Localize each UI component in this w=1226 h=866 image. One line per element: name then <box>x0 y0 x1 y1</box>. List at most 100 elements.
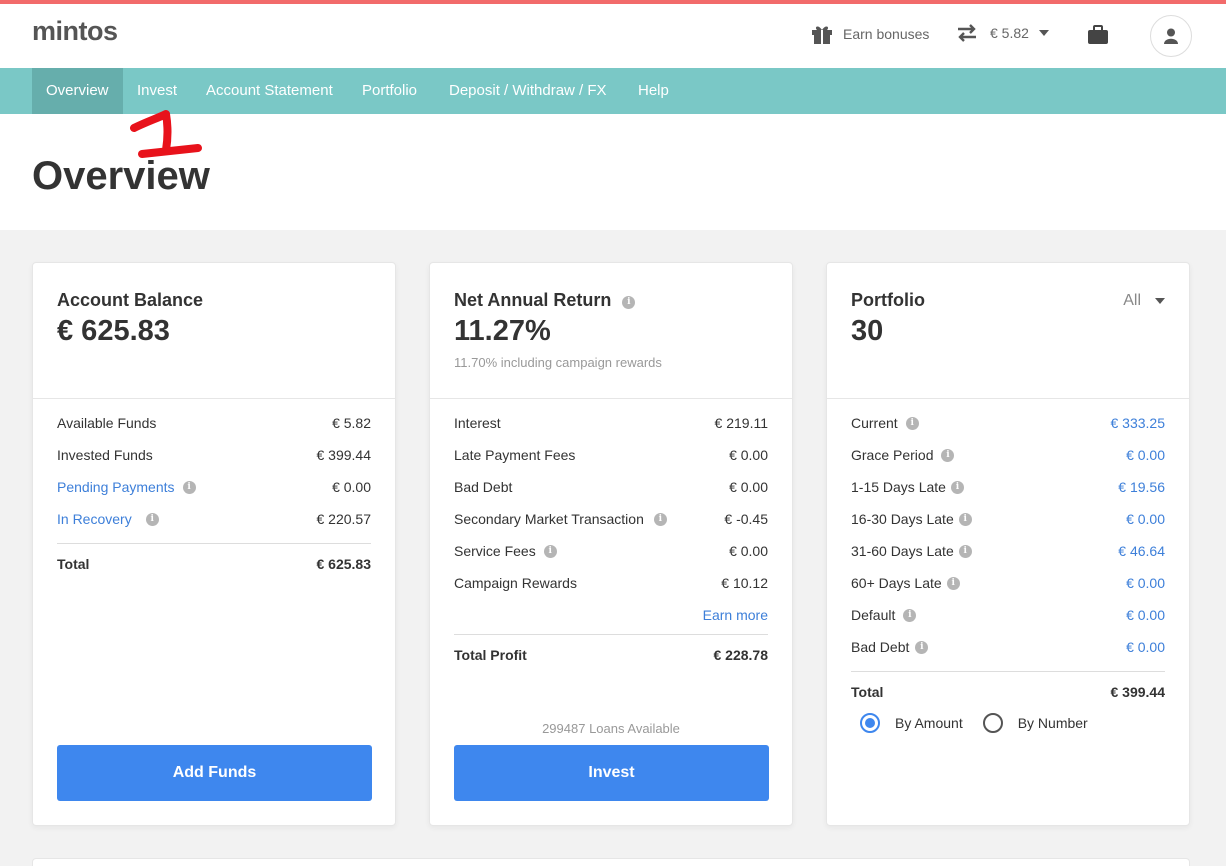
row-label: Invested Funds <box>57 447 153 463</box>
by-number-radio[interactable]: By Number <box>982 713 1088 733</box>
row-value-link[interactable]: € 0.00 <box>1126 511 1165 527</box>
net-return-rows: Interest € 219.11 Late Payment Fees € 0.… <box>454 415 768 679</box>
row-value-link[interactable]: € 0.00 <box>1126 447 1165 463</box>
total-label: Total <box>57 556 90 572</box>
info-icon[interactable]: i <box>622 296 636 309</box>
chevron-down-icon <box>1155 298 1165 304</box>
portfolio-view-radios: By Amount By Number <box>860 713 1108 733</box>
chevron-down-icon <box>1038 30 1049 36</box>
nav-portfolio[interactable]: Portfolio <box>362 68 417 114</box>
list-item: Current i € 333.25 <box>851 415 1165 447</box>
nav-account-statement[interactable]: Account Statement <box>206 68 333 114</box>
row-value: € 219.11 <box>714 415 768 431</box>
list-item: In Recovery i € 220.57 <box>57 511 371 543</box>
row-label[interactable]: In Recovery <box>57 511 132 527</box>
list-item: Bad Debt i € 0.00 <box>851 639 1165 671</box>
info-icon[interactable]: i <box>543 544 557 558</box>
row-value: € 0.00 <box>729 543 768 559</box>
info-icon[interactable]: i <box>950 480 964 494</box>
row-value-link[interactable]: € 333.25 <box>1111 415 1166 431</box>
row-label: 16-30 Days Late <box>851 511 954 527</box>
total-value: € 399.44 <box>1110 684 1166 700</box>
row-label: Campaign Rewards <box>454 575 577 591</box>
info-icon[interactable]: i <box>145 512 159 526</box>
row-label-wrap: 31-60 Days Late i <box>851 543 972 559</box>
list-item: Secondary Market Transaction i € -0.45 <box>454 511 768 543</box>
row-label: 31-60 Days Late <box>851 543 954 559</box>
account-balance-rows: Available Funds € 5.82 Invested Funds € … <box>57 415 371 587</box>
invest-button[interactable]: Invest <box>454 745 769 801</box>
row-value: € 0.00 <box>729 447 768 463</box>
row-label-wrap: Grace Period i <box>851 447 955 463</box>
row-value: € 220.57 <box>316 511 372 527</box>
row-value: € 0.00 <box>332 479 371 495</box>
pending-payments-link[interactable]: Pending Payments i <box>57 479 196 495</box>
bottom-card <box>32 858 1190 866</box>
row-label: 1-15 Days Late <box>851 479 946 495</box>
portfolio-count: 30 <box>851 315 884 347</box>
portfolio-filter-dropdown[interactable]: All <box>1123 292 1165 310</box>
total-row: Total € 625.83 <box>57 543 371 587</box>
row-label-wrap: 1-15 Days Late i <box>851 479 964 495</box>
radio-unselected-icon[interactable] <box>982 713 1003 733</box>
row-value-link[interactable]: € 0.00 <box>1126 575 1165 591</box>
list-item: 31-60 Days Late i € 46.64 <box>851 543 1165 575</box>
info-icon[interactable]: i <box>903 608 917 622</box>
list-item: Pending Payments i € 0.00 <box>57 479 371 511</box>
list-item: Service Fees i € 0.00 <box>454 543 768 575</box>
list-item: Invested Funds € 399.44 <box>57 447 371 479</box>
briefcase-icon <box>1088 25 1108 44</box>
add-funds-button[interactable]: Add Funds <box>57 745 372 801</box>
row-label: Service Fees <box>454 543 536 559</box>
info-icon[interactable]: i <box>905 416 919 430</box>
row-value-link[interactable]: € 0.00 <box>1126 607 1165 623</box>
row-value-link[interactable]: € 19.56 <box>1118 479 1165 495</box>
row-label: Available Funds <box>57 415 157 431</box>
gift-icon <box>812 26 832 44</box>
info-icon[interactable]: i <box>915 640 929 654</box>
briefcase-button[interactable] <box>1087 25 1109 45</box>
list-item: 60+ Days Late i € 0.00 <box>851 575 1165 607</box>
user-menu-button[interactable] <box>1150 15 1192 57</box>
nav-overview[interactable]: Overview <box>32 68 123 114</box>
total-profit-row: Total Profit € 228.78 <box>454 635 768 679</box>
earn-bonuses-link[interactable]: Earn bonuses <box>811 24 929 44</box>
account-balance-value: € 625.83 <box>57 315 170 347</box>
row-value-link[interactable]: € 0.00 <box>1126 639 1165 655</box>
earn-more-link[interactable]: Earn more <box>454 607 768 635</box>
list-item: Bad Debt € 0.00 <box>454 479 768 511</box>
info-icon[interactable]: i <box>182 480 196 494</box>
row-label-wrap: 60+ Days Late i <box>851 575 960 591</box>
info-icon[interactable]: i <box>946 576 960 590</box>
row-label: 60+ Days Late <box>851 575 942 591</box>
info-icon[interactable]: i <box>958 512 972 526</box>
row-label-wrap: 16-30 Days Late i <box>851 511 972 527</box>
card-title: Account Balance <box>57 290 204 310</box>
card-header: Portfolio 30 All <box>827 263 1189 399</box>
list-item: Grace Period i € 0.00 <box>851 447 1165 479</box>
nav-help[interactable]: Help <box>638 68 669 114</box>
balance-dropdown[interactable]: € 5.82 <box>956 24 1049 42</box>
card-title: Net Annual Return i <box>454 290 636 311</box>
row-label-wrap: Default i <box>851 607 917 623</box>
in-recovery-link[interactable]: In Recovery i <box>57 511 159 527</box>
net-return-value: 11.27% <box>454 315 551 347</box>
row-label: Late Payment Fees <box>454 447 576 463</box>
row-label[interactable]: Pending Payments <box>57 479 175 495</box>
radio-selected-icon[interactable] <box>860 713 880 733</box>
by-amount-radio[interactable]: By Amount <box>860 713 963 733</box>
net-return-subtitle: 11.70% including campaign rewards <box>454 355 662 370</box>
total-value: € 228.78 <box>713 647 769 663</box>
row-label: Bad Debt <box>454 479 513 495</box>
filter-value: All <box>1123 292 1141 309</box>
row-label: Grace Period <box>851 447 934 463</box>
nav-deposit-withdraw-fx[interactable]: Deposit / Withdraw / FX <box>449 68 607 114</box>
swap-arrows-icon <box>958 24 976 42</box>
row-value-link[interactable]: € 46.64 <box>1118 543 1165 559</box>
info-icon[interactable]: i <box>653 512 667 526</box>
info-icon[interactable]: i <box>958 544 972 558</box>
info-icon[interactable]: i <box>941 448 955 462</box>
logo[interactable]: mintos <box>32 16 118 47</box>
row-label: Interest <box>454 415 501 431</box>
card-header: Account Balance € 625.83 <box>33 263 395 399</box>
